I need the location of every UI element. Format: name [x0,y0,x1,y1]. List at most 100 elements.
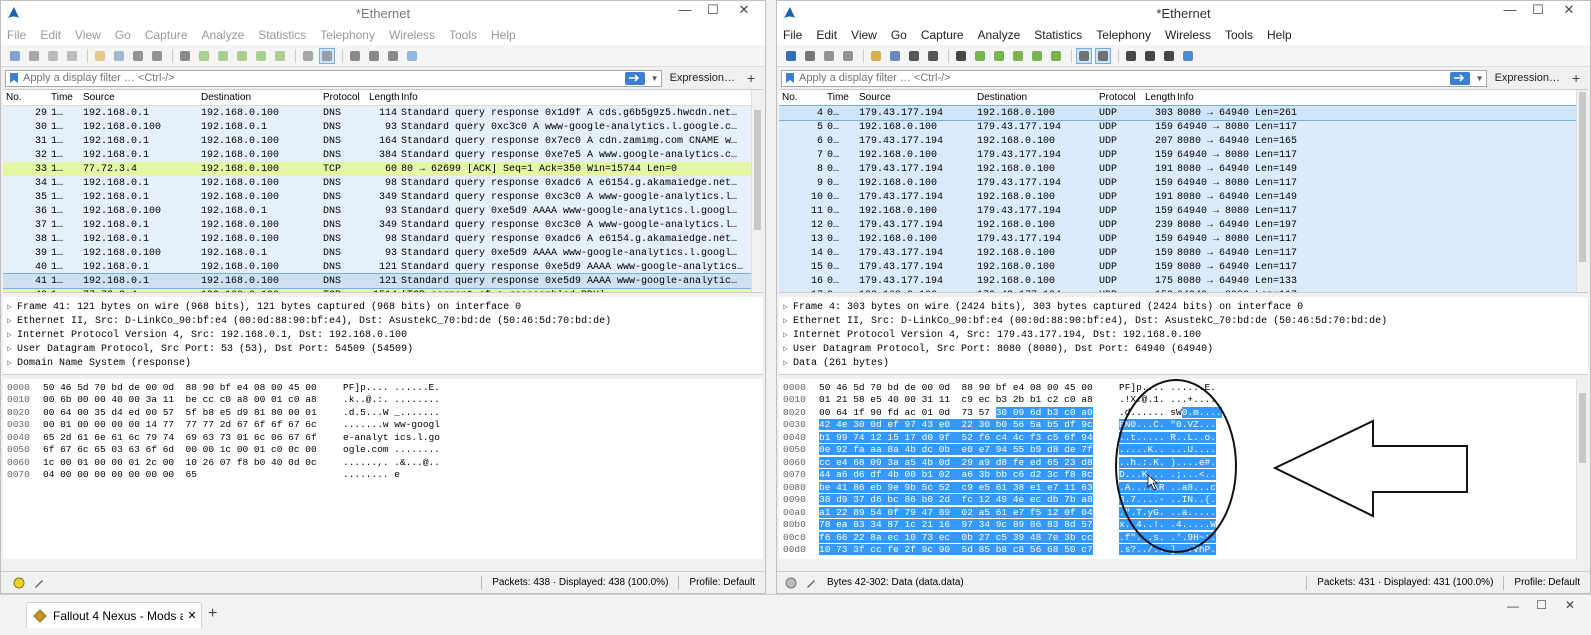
profile-label[interactable]: Profile: Default [1514,577,1580,588]
packet-row[interactable]: 35 1… 192.168.0.1 192.168.0.100 DNS 349 Standa… [3,190,763,204]
menu-analyze[interactable]: Analyze [978,28,1021,42]
close-file-icon[interactable] [906,48,922,64]
normal-size-icon[interactable] [385,48,401,64]
hex-row[interactable]: 0050 0e 92 fa aa 8a 4b dc 0b e0 e7 94 55 … [779,444,1588,457]
packet-row[interactable]: 6 0… 179.43.177.194 192.168.0.100 UDP 207 8080… [779,134,1588,148]
expand-arrow-icon[interactable]: ▷ [7,330,17,340]
browser-minimize-button[interactable]: — [1507,599,1519,613]
fin-start-icon[interactable] [7,48,23,64]
menu-wireless[interactable]: Wireless [1165,28,1211,42]
menu-file[interactable]: File [783,28,802,42]
expand-arrow-icon[interactable]: ▷ [783,344,793,354]
go-to-packet-icon[interactable] [1010,48,1026,64]
hex-row[interactable]: 00b0 78 ea 83 34 87 1c 21 16 97 34 9c 89 … [779,519,1588,532]
normal-size-icon[interactable] [1161,48,1177,64]
tab-close-button[interactable]: ✕ [183,609,201,622]
add-filter-button[interactable]: + [747,70,761,86]
menu-go[interactable]: Go [115,28,131,42]
col-header-source[interactable]: Source [81,92,201,103]
restart-icon[interactable] [45,48,61,64]
capture-comment-icon[interactable] [33,577,45,589]
col-header-source[interactable]: Source [857,92,977,103]
options-icon[interactable] [64,48,80,64]
menu-telephony[interactable]: Telephony [1096,28,1151,42]
autoscroll-icon[interactable] [300,48,316,64]
zoom-in-icon[interactable] [1123,48,1139,64]
close-button[interactable]: ✕ [727,1,761,21]
hex-row[interactable]: 00d0 10 73 3f cc fe 2f 9c 90 5d 85 b8 c8 … [779,544,1588,557]
menu-help[interactable]: Help [1267,28,1292,42]
maximize-button[interactable]: ☐ [1524,1,1552,21]
packet-row[interactable]: 14 0… 179.43.177.194 192.168.0.100 UDP 159 808… [779,246,1588,260]
find-icon[interactable] [177,48,193,64]
col-header-no[interactable]: No. [779,92,827,103]
packet-row[interactable]: 36 1… 192.168.0.100 192.168.0.1 DNS 93 Standar… [3,204,763,218]
col-header-time[interactable]: Time [827,92,857,103]
back-icon[interactable] [196,48,212,64]
packet-row[interactable]: 7 0… 192.168.0.100 179.43.177.194 UDP 159 6494… [779,148,1588,162]
new-tab-button[interactable]: + [208,605,217,623]
minimize-button[interactable]: — [671,1,699,21]
detail-row-ethernet[interactable]: ▷ Ethernet II, Src: D-LinkCo_90:bf:e4 (00… [779,314,1588,328]
maximize-button[interactable]: ☐ [699,1,727,21]
fin-start-icon[interactable] [783,48,799,64]
bookmark-icon[interactable] [785,72,795,84]
hex-row[interactable]: 0010 01 21 58 e5 40 00 31 11 c9 ec b3 2b … [779,394,1588,407]
col-header-length[interactable]: Length [369,92,401,103]
resize-columns-icon[interactable] [1180,48,1196,64]
col-header-length[interactable]: Length [1145,92,1177,103]
packet-row[interactable]: 13 0… 192.168.0.100 179.43.177.194 UDP 159 649… [779,232,1588,246]
expand-arrow-icon[interactable]: ▷ [7,302,17,312]
detail-row-ip[interactable]: ▷ Internet Protocol Version 4, Src: 179.4… [779,328,1588,342]
col-header-destination[interactable]: Destination [201,92,323,103]
hex-row[interactable]: 0020 00 64 00 35 d4 ed 00 57 5f b8 e5 d9 … [3,406,763,419]
expert-info-icon[interactable] [13,577,25,589]
packet-row[interactable]: 29 1… 192.168.0.1 192.168.0.100 DNS 114 Standa… [3,106,763,120]
title-bar[interactable]: *Ethernet — ☐ ✕ [1,1,765,25]
hex-row[interactable]: 0030 00 01 00 00 00 00 14 77 77 77 2d 67 … [3,419,763,432]
packet-row[interactable]: 32 1… 192.168.0.1 192.168.0.100 DNS 384 Standa… [3,148,763,162]
scrollbar-thumb[interactable] [1579,393,1586,463]
profile-label[interactable]: Profile: Default [689,577,755,588]
packet-row[interactable]: 4 0… 179.43.177.194 192.168.0.100 UDP 303 8080… [779,105,1588,121]
menu-edit[interactable]: Edit [816,28,837,42]
menu-file[interactable]: File [7,28,26,42]
open-file-icon[interactable] [868,48,884,64]
back-icon[interactable] [972,48,988,64]
detail-row-ip[interactable]: ▷ Internet Protocol Version 4, Src: 192.1… [3,328,763,342]
zoom-in-icon[interactable] [347,48,363,64]
title-bar[interactable]: *Ethernet — ☐ ✕ [777,1,1590,25]
stop-icon[interactable] [802,48,818,64]
hex-row[interactable]: 0080 be 41 86 eb 9e 9b 5c 52 c9 e5 61 38 … [779,481,1588,494]
menu-telephony[interactable]: Telephony [320,28,375,42]
find-icon[interactable] [953,48,969,64]
hex-row[interactable]: 0070 44 a6 d6 df 4b 00 b1 02 a6 3b bb c6 … [779,469,1588,482]
stop-icon[interactable] [26,48,42,64]
packet-row[interactable]: 9 0… 192.168.0.100 179.43.177.194 UDP 159 6494… [779,176,1588,190]
packet-row[interactable]: 15 0… 179.43.177.194 192.168.0.100 UDP 159 808… [779,260,1588,274]
menu-tools[interactable]: Tools [1225,28,1253,42]
menu-capture[interactable]: Capture [921,28,964,42]
menu-statistics[interactable]: Statistics [258,28,306,42]
restart-icon[interactable] [821,48,837,64]
expression-button[interactable]: Expression… [1495,72,1560,84]
zoom-out-icon[interactable] [366,48,382,64]
hex-row[interactable]: 0090 38 d9 37 d6 bc 86 b0 2d fc 12 49 4e … [779,494,1588,507]
apply-filter-button[interactable] [624,71,645,85]
reload-icon[interactable] [925,48,941,64]
col-header-time[interactable]: Time [51,92,81,103]
hex-row[interactable]: 0040 65 2d 61 6e 61 6c 79 74 69 63 73 01 … [3,431,763,444]
bookmark-icon[interactable] [9,72,19,84]
save-icon[interactable] [111,48,127,64]
hex-row[interactable]: 0010 00 6b 00 00 40 00 3a 11 be cc c0 a8 … [3,394,763,407]
resize-columns-icon[interactable] [404,48,420,64]
menu-go[interactable]: Go [891,28,907,42]
colorize-icon[interactable] [1095,47,1111,64]
scrollbar-thumb[interactable] [1579,92,1586,262]
reload-icon[interactable] [149,48,165,64]
packet-list-scrollbar[interactable] [1576,90,1588,292]
menu-edit[interactable]: Edit [40,28,61,42]
filter-history-dropdown[interactable]: ▼ [649,74,661,83]
add-filter-button[interactable]: + [1572,70,1586,86]
expand-arrow-icon[interactable]: ▷ [7,344,17,354]
